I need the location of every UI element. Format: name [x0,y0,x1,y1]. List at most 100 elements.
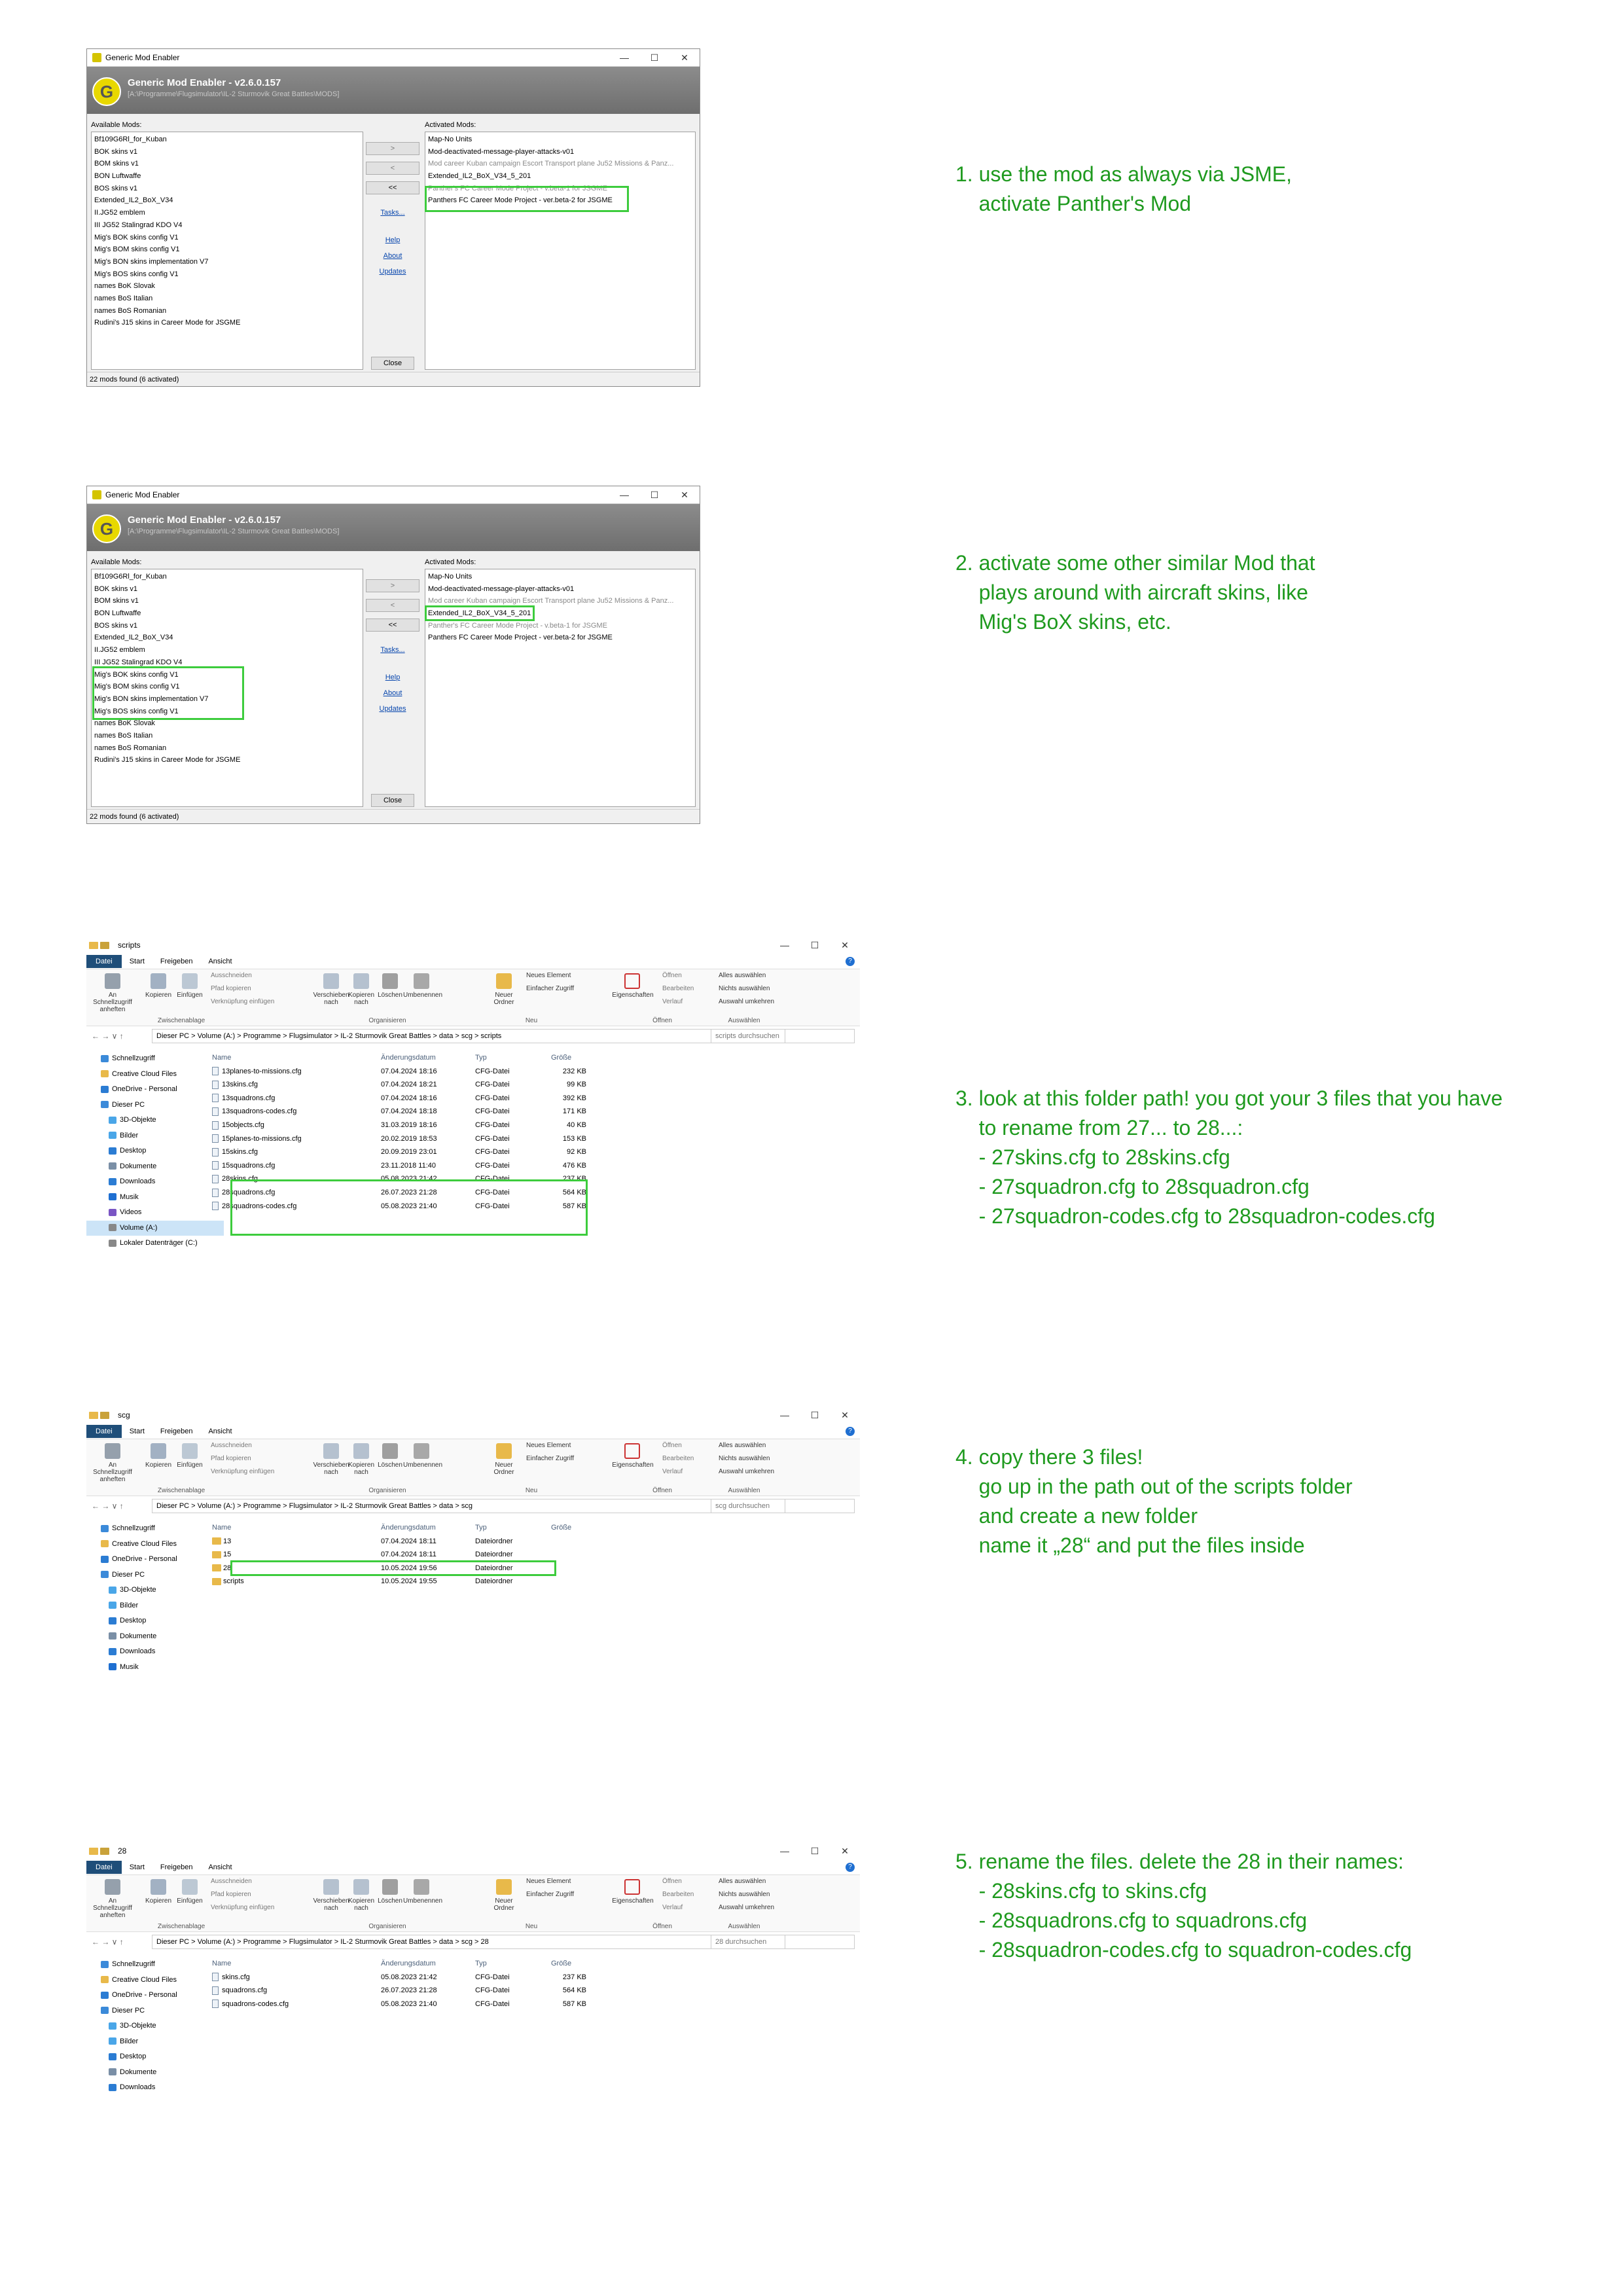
column-header[interactable]: Typ [475,1957,547,1971]
ribbon-props-button[interactable]: Eigenschaften [610,1897,656,1905]
nav-item[interactable]: Creative Cloud Files [86,1537,224,1552]
nav-item[interactable]: Downloads [86,1174,224,1190]
ribbon-edit-button[interactable]: Bearbeiten [662,985,694,992]
file-row[interactable]: 13squadrons.cfg 07.04.2024 18:16 CFG-Datei… [209,1092,590,1105]
column-header[interactable]: Größe [547,1957,590,1971]
file-row[interactable]: skins.cfg 05.08.2023 21:42 CFG-Datei 237 KB [209,1971,590,1984]
activated-mods-list[interactable]: Map-No Units Mod-deactivated-message-play… [425,132,696,370]
available-mod-item[interactable]: Mig's BON skins implementation V7 [94,256,360,268]
ribbon-props-button[interactable]: Eigenschaften [610,992,656,999]
ribbon-cut-button[interactable]: Ausschneiden [211,1442,252,1449]
available-mod-item[interactable]: BOS skins v1 [94,183,360,195]
activated-mod-item[interactable]: Map-No Units [428,134,692,146]
ribbon-history-button[interactable]: Verlauf [662,1904,683,1911]
ribbon-edit-button[interactable]: Bearbeiten [662,1891,694,1898]
activate-button[interactable]: > [366,579,419,592]
file-row[interactable]: 15squadrons.cfg 23.11.2018 11:40 CFG-Datei… [209,1159,590,1173]
file-row[interactable]: 15planes-to-missions.cfg 20.02.2019 18:53… [209,1132,590,1146]
tab-freigeben[interactable]: Freigeben [152,958,201,965]
deactivate-button[interactable]: < [366,162,419,175]
ribbon-selall-button[interactable]: Alles auswählen [719,972,766,979]
column-header[interactable]: Änderungsdatum [381,1957,475,1971]
file-row[interactable]: 13planes-to-missions.cfg 07.04.2024 18:16… [209,1065,590,1079]
nav-item[interactable]: 3D-Objekte [86,2018,224,2034]
minimize-icon[interactable]: — [770,940,800,950]
file-row[interactable]: 15 07.04.2024 18:11 Dateiordner [209,1548,590,1562]
available-mod-item[interactable]: BON Luftwaffe [94,170,360,183]
ribbon-copypath-button[interactable]: Pfad kopieren [211,1891,251,1898]
tab-ansicht[interactable]: Ansicht [200,1427,240,1435]
file-row[interactable]: 13skins.cfg 07.04.2024 18:21 CFG-Datei 99 K… [209,1078,590,1092]
maximize-icon[interactable]: ☐ [639,52,669,63]
activated-mod-item[interactable]: Mod-deactivated-message-player-attacks-v… [428,146,692,158]
activated-mod-item[interactable]: Map-No Units [428,571,692,583]
tab-freigeben[interactable]: Freigeben [152,1863,201,1871]
available-mod-item[interactable]: names BoS Romanian [94,305,360,317]
nav-item[interactable]: Schnellzugriff [86,1957,224,1973]
nav-item[interactable]: Downloads [86,1644,224,1660]
available-mod-item[interactable]: II.JG52 emblem [94,207,360,219]
available-mod-item[interactable]: II.JG52 emblem [94,644,360,656]
ribbon-selnone-button[interactable]: Nichts auswählen [719,1455,770,1462]
ribbon-selnone-button[interactable]: Nichts auswählen [719,1891,770,1898]
available-mod-item[interactable]: BON Luftwaffe [94,607,360,620]
available-mod-item[interactable]: names BoS Italian [94,730,360,742]
close-icon[interactable]: ✕ [830,1846,860,1857]
nav-item[interactable]: Bilder [86,2034,224,2050]
nav-item[interactable]: Creative Cloud Files [86,1973,224,1988]
ribbon-shortcut-button[interactable]: Verknüpfung einfügen [211,1904,274,1911]
ribbon-shortcut-button[interactable]: Verknüpfung einfügen [211,998,274,1005]
tasks-link[interactable]: Tasks... [366,646,419,654]
column-header[interactable]: Änderungsdatum [381,1051,475,1065]
maximize-icon[interactable]: ☐ [800,1846,830,1857]
column-header[interactable]: Änderungsdatum [381,1521,475,1535]
ribbon-selall-button[interactable]: Alles auswählen [719,1442,766,1449]
column-header[interactable]: Größe [547,1051,590,1065]
available-mod-item[interactable]: Extended_IL2_BoX_V34 [94,194,360,207]
ribbon-rename-button[interactable]: Umbenennen [403,992,442,999]
ribbon-selnone-button[interactable]: Nichts auswählen [719,985,770,992]
nav-item[interactable]: Musik [86,1190,224,1206]
nav-item[interactable]: Musik [86,1660,224,1676]
updates-link[interactable]: Updates [366,268,419,276]
activated-mods-list[interactable]: Map-No Units Mod-deactivated-message-play… [425,569,696,807]
ribbon-easyaccess-button[interactable]: Einfacher Zugriff [526,985,574,992]
help-icon[interactable]: ? [846,957,855,966]
column-header[interactable]: Name [209,1521,381,1535]
maximize-icon[interactable]: ☐ [800,940,830,951]
available-mod-item[interactable]: Mig's BOM skins config V1 [94,243,360,256]
help-icon[interactable]: ? [846,1863,855,1872]
column-header[interactable]: Typ [475,1051,547,1065]
activated-mod-item[interactable]: Extended_IL2_BoX_V34_5_201 [428,170,692,183]
available-mod-item[interactable]: BOK skins v1 [94,583,360,596]
ribbon-easyaccess-button[interactable]: Einfacher Zugriff [526,1455,574,1462]
close-icon[interactable]: ✕ [669,52,700,63]
help-link[interactable]: Help [366,236,419,244]
ribbon-paste-button[interactable]: Einfügen [175,1897,204,1905]
deactivate-all-button[interactable]: << [366,619,419,632]
address-path[interactable]: Dieser PC > Volume (A:) > Programme > Fl… [152,1935,785,1949]
tab-datei[interactable]: Datei [86,1861,122,1874]
available-mod-item[interactable]: names BoS Italian [94,293,360,305]
ribbon-selinv-button[interactable]: Auswahl umkehren [719,998,774,1005]
ribbon-selall-button[interactable]: Alles auswählen [719,1878,766,1885]
ribbon-open-button[interactable]: Öffnen [662,1878,682,1885]
ribbon-paste-button[interactable]: Einfügen [175,1462,204,1469]
search-input[interactable]: scg durchsuchen [711,1499,855,1513]
file-row[interactable]: 13 07.04.2024 18:11 Dateiordner [209,1535,590,1549]
nav-item[interactable]: Dokumente [86,1159,224,1175]
address-path[interactable]: Dieser PC > Volume (A:) > Programme > Fl… [152,1029,785,1043]
nav-item[interactable]: Bilder [86,1128,224,1144]
file-row[interactable]: squadrons.cfg 26.07.2023 21:28 CFG-Datei 56… [209,1984,590,1998]
tab-datei[interactable]: Datei [86,1425,122,1438]
updates-link[interactable]: Updates [366,705,419,713]
available-mod-item[interactable]: Rudini's J15 skins in Career Mode for JS… [94,317,360,329]
ribbon-rename-button[interactable]: Umbenennen [403,1897,442,1905]
minimize-icon[interactable]: — [609,490,639,500]
search-input[interactable]: 28 durchsuchen [711,1935,855,1949]
ribbon-copy-button[interactable]: Kopieren [145,1462,171,1469]
nav-item[interactable]: OneDrive - Personal [86,1552,224,1568]
nav-item[interactable]: Downloads [86,2080,224,2096]
nav-arrows-icon[interactable]: ← → ∨ ↑ [92,1031,124,1041]
maximize-icon[interactable]: ☐ [639,490,669,501]
